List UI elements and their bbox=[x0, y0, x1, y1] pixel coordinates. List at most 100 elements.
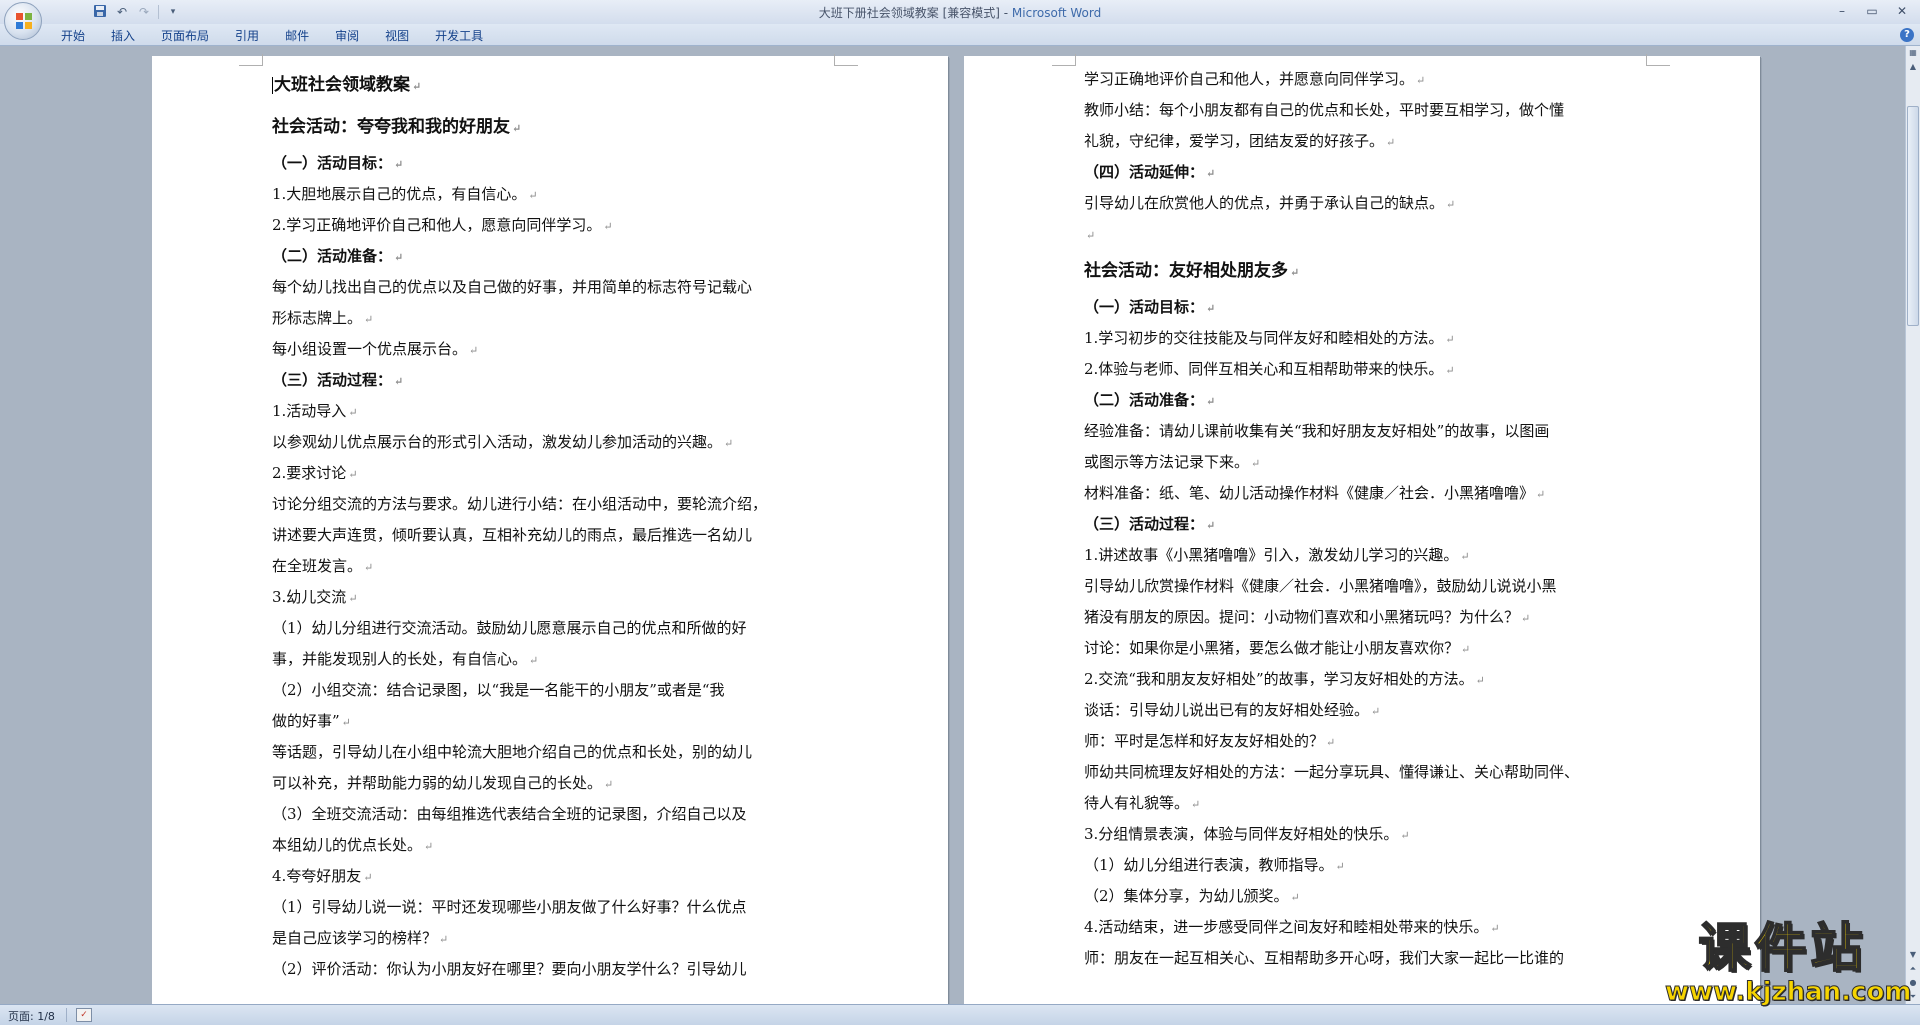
paragraph-mark-icon: ↵ bbox=[341, 716, 351, 729]
line-text: 4.活动结束，进一步感受同伴之间友好和睦相处带来的快乐。 bbox=[1084, 918, 1489, 936]
close-button[interactable]: ✕ bbox=[1888, 2, 1916, 20]
paragraph-line[interactable]: 本组幼儿的优点长处。 ↵ bbox=[272, 830, 792, 861]
paragraph-line[interactable]: 待人有礼貌等。 ↵ bbox=[1084, 788, 1604, 819]
paragraph-line[interactable]: （2）评价活动：你认为小朋友好在哪里？要向小朋友学什么？引导幼儿 bbox=[272, 954, 792, 985]
ruler-toggle-icon[interactable]: ▦ bbox=[1906, 46, 1920, 60]
tab-insert[interactable]: 插入 bbox=[98, 28, 148, 44]
paragraph-line[interactable]: 社会活动：友好相处朋友多 ↵ bbox=[1084, 250, 1604, 292]
paragraph-line[interactable]: （三）活动过程： ↵ bbox=[272, 365, 792, 396]
paragraph-line[interactable]: （二）活动准备： ↵ bbox=[1084, 385, 1604, 416]
paragraph-mark-icon: ↵ bbox=[1475, 674, 1485, 687]
paragraph-line[interactable]: 在全班发言。 ↵ bbox=[272, 551, 792, 582]
paragraph-line[interactable]: （2）小组交流：结合记录图，以“我是一名能干的小朋友”或者是“我 bbox=[272, 675, 792, 706]
paragraph-line[interactable]: 引导幼儿欣赏操作材料《健康／社会．小黑猪噜噜》，鼓励幼儿说说小黑 bbox=[1084, 571, 1604, 602]
scroll-up-icon[interactable]: ▲ bbox=[1906, 60, 1920, 74]
tab-home[interactable]: 开始 bbox=[48, 28, 98, 44]
paragraph-line[interactable]: 2.交流“我和朋友友好相处”的故事，学习友好相处的方法。 ↵ bbox=[1084, 664, 1604, 695]
paragraph-line[interactable]: 4.活动结束，进一步感受同伴之间友好和睦相处带来的快乐。 ↵ bbox=[1084, 912, 1604, 943]
maximize-button[interactable]: ▭ bbox=[1858, 2, 1886, 20]
paragraph-mark-icon: ↵ bbox=[1461, 643, 1471, 656]
paragraph-line[interactable]: 以参观幼儿优点展示台的形式引入活动，激发幼儿参加活动的兴趣。 ↵ bbox=[272, 427, 792, 458]
page-content[interactable]: 学习正确地评价自己和他人，并愿意向同伴学习。 ↵ 教师小结：每个小朋友都有自己的优点… bbox=[1084, 64, 1604, 974]
paragraph-line[interactable]: 做的好事” ↵ bbox=[272, 706, 792, 737]
line-text: 引导幼儿欣赏操作材料《健康／社会．小黑猪噜噜》，鼓励幼儿说说小黑 bbox=[1084, 577, 1557, 595]
paragraph-line[interactable]: 3.分组情景表演，体验与同伴友好相处的快乐。 ↵ bbox=[1084, 819, 1604, 850]
paragraph-line[interactable]: 教师小结：每个小朋友都有自己的优点和长处，平时要互相学习，做个懂 bbox=[1084, 95, 1604, 126]
paragraph-line[interactable]: （1）引导幼儿说一说：平时还发现哪些小朋友做了什么好事？什么优点 bbox=[272, 892, 792, 923]
paragraph-line[interactable]: 谈话：引导幼儿说出已有的友好相处经验。 ↵ bbox=[1084, 695, 1604, 726]
paragraph-mark-icon: ↵ bbox=[724, 437, 734, 450]
line-text: 教师小结：每个小朋友都有自己的优点和长处，平时要互相学习，做个懂 bbox=[1084, 101, 1565, 119]
paragraph-line[interactable]: 师：平时是怎样和好友友好相处的？ ↵ bbox=[1084, 726, 1604, 757]
margin-corner bbox=[1052, 54, 1076, 66]
paragraph-line[interactable]: 学习正确地评价自己和他人，并愿意向同伴学习。 ↵ bbox=[1084, 64, 1604, 95]
paragraph-line[interactable]: 1.活动导入 ↵ bbox=[272, 396, 792, 427]
tab-page-layout[interactable]: 页面布局 bbox=[148, 28, 222, 44]
scroll-thumb[interactable] bbox=[1907, 106, 1919, 326]
paragraph-mark-icon: ↵ bbox=[1191, 798, 1201, 811]
paragraph-line[interactable]: 2.要求讨论 ↵ bbox=[272, 458, 792, 489]
tab-view[interactable]: 视图 bbox=[372, 28, 422, 44]
paragraph-line[interactable]: （二）活动准备： ↵ bbox=[272, 241, 792, 272]
paragraph-line[interactable]: 每个幼儿找出自己的优点以及自己做的好事，并用简单的标志符号记载心 bbox=[272, 272, 792, 303]
paragraph-line[interactable]: 2.体验与老师、同伴互相关心和互相帮助带来的快乐。 ↵ bbox=[1084, 354, 1604, 385]
paragraph-line[interactable]: （四）活动延伸： ↵ bbox=[1084, 157, 1604, 188]
page-count[interactable]: 页面: 1/8 bbox=[8, 1008, 55, 1024]
line-text: 每个幼儿找出自己的优点以及自己做的好事，并用简单的标志符号记载心 bbox=[272, 278, 753, 296]
line-text: （一）活动目标： bbox=[1084, 298, 1205, 316]
paragraph-line[interactable]: 讲述要大声连贯，倾听要认真，互相补充幼儿的雨点，最后推选一名幼儿 bbox=[272, 520, 792, 551]
line-text: 或图示等方法记录下来。 bbox=[1084, 453, 1250, 471]
paragraph-line[interactable]: 3.幼儿交流 ↵ bbox=[272, 582, 792, 613]
paragraph-line[interactable]: （一）活动目标： ↵ bbox=[272, 148, 792, 179]
paragraph-line[interactable]: 1.讲述故事《小黑猪噜噜》引入，激发幼儿学习的兴趣。 ↵ bbox=[1084, 540, 1604, 571]
paragraph-line[interactable]: 可以补充，并帮助能力弱的幼儿发现自己的长处。 ↵ bbox=[272, 768, 792, 799]
paragraph-line[interactable]: 形标志牌上。 ↵ bbox=[272, 303, 792, 334]
page-content[interactable]: 大班社会领域教案 ↵ 社会活动：夸夸我和我的好朋友 ↵ （一）活动目标： ↵ 1.大胆地展示… bbox=[272, 64, 792, 985]
paragraph-line[interactable]: 大班社会领域教案 ↵ bbox=[272, 64, 792, 106]
tab-review[interactable]: 审阅 bbox=[322, 28, 372, 44]
paragraph-line[interactable]: 师：朋友在一起互相关心、互相帮助多开心呀，我们大家一起比一比谁的 bbox=[1084, 943, 1604, 974]
page-right[interactable]: 学习正确地评价自己和他人，并愿意向同伴学习。 ↵ 教师小结：每个小朋友都有自己的优点… bbox=[964, 54, 1760, 1004]
previous-page-icon[interactable]: ⏶ bbox=[1906, 962, 1920, 976]
paragraph-line[interactable]: （一）活动目标： ↵ bbox=[1084, 292, 1604, 323]
paragraph-line[interactable]: 2.学习正确地评价自己和他人，愿意向同伴学习。 ↵ bbox=[272, 210, 792, 241]
scroll-down-icon[interactable]: ▼ bbox=[1906, 948, 1920, 962]
paragraph-line[interactable]: 事，并能发现别人的长处，有自信心。 ↵ bbox=[272, 644, 792, 675]
paragraph-line[interactable]: （1）幼儿分组进行表演，教师指导。 ↵ bbox=[1084, 850, 1604, 881]
paragraph-line[interactable]: 引导幼儿在欣赏他人的优点，并勇于承认自己的缺点。 ↵ bbox=[1084, 188, 1604, 219]
paragraph-line[interactable]: 每小组设置一个优点展示台。 ↵ bbox=[272, 334, 792, 365]
paragraph-line[interactable]: 1.大胆地展示自己的优点，有自信心。 ↵ bbox=[272, 179, 792, 210]
page-left[interactable]: 大班社会领域教案 ↵ 社会活动：夸夸我和我的好朋友 ↵ （一）活动目标： ↵ 1.大胆地展示… bbox=[152, 54, 948, 1004]
paragraph-line[interactable]: 讨论分组交流的方法与要求。幼儿进行小结：在小组活动中，要轮流介绍， bbox=[272, 489, 792, 520]
paragraph-line[interactable]: 4.夸夸好朋友 ↵ bbox=[272, 861, 792, 892]
paragraph-line[interactable]: 猪没有朋友的原因。提问：小动物们喜欢和小黑猪玩吗？为什么？ ↵ bbox=[1084, 602, 1604, 633]
line-text: 在全班发言。 bbox=[272, 557, 363, 575]
paragraph-line[interactable]: （2）集体分享，为幼儿颁奖。 ↵ bbox=[1084, 881, 1604, 912]
paragraph-line[interactable]: （1）幼儿分组进行交流活动。鼓励幼儿愿意展示自己的优点和所做的好 bbox=[272, 613, 792, 644]
paragraph-line[interactable]: 或图示等方法记录下来。 ↵ bbox=[1084, 447, 1604, 478]
tab-references[interactable]: 引用 bbox=[222, 28, 272, 44]
paragraph-line[interactable]: ↵ bbox=[1084, 219, 1604, 250]
tab-developer[interactable]: 开发工具 bbox=[422, 28, 496, 44]
vertical-scrollbar[interactable]: ▦ ▲ ▼ ⏶ ● ⏷ bbox=[1905, 46, 1920, 1004]
paragraph-line[interactable]: （3）全班交流活动：由每组推选代表结合全班的记录图，介绍自己以及 bbox=[272, 799, 792, 830]
paragraph-line[interactable]: 社会活动：夸夸我和我的好朋友 ↵ bbox=[272, 106, 792, 148]
paragraph-line[interactable]: （三）活动过程： ↵ bbox=[1084, 509, 1604, 540]
proofing-icon[interactable]: ✓ bbox=[76, 1008, 92, 1022]
paragraph-mark-icon: ↵ bbox=[603, 220, 613, 233]
help-icon[interactable]: ? bbox=[1900, 28, 1914, 42]
minimize-button[interactable]: – bbox=[1828, 2, 1856, 20]
paragraph-line[interactable]: 1.学习初步的交往技能及与同伴友好和睦相处的方法。 ↵ bbox=[1084, 323, 1604, 354]
office-button[interactable] bbox=[4, 2, 42, 40]
margin-corner bbox=[1646, 54, 1670, 66]
paragraph-line[interactable]: 礼貌，守纪律，爱学习，团结友爱的好孩子。 ↵ bbox=[1084, 126, 1604, 157]
paragraph-line[interactable]: 讨论：如果你是小黑猪，要怎么做才能让小朋友喜欢你？ ↵ bbox=[1084, 633, 1604, 664]
tab-mailings[interactable]: 邮件 bbox=[272, 28, 322, 44]
paragraph-line[interactable]: 材料准备：纸、笔、幼儿活动操作材料《健康／社会．小黑猪噜噜》 ↵ bbox=[1084, 478, 1604, 509]
line-text: （2）小组交流：结合记录图，以“我是一名能干的小朋友”或者是“我 bbox=[272, 681, 725, 699]
line-text: 是自己应该学习的榜样？ bbox=[272, 929, 438, 947]
paragraph-line[interactable]: 是自己应该学习的榜样？ ↵ bbox=[272, 923, 792, 954]
paragraph-line[interactable]: 经验准备：请幼儿课前收集有关“我和好朋友友好相处”的故事，以图画 bbox=[1084, 416, 1604, 447]
paragraph-line[interactable]: 等话题，引导幼儿在小组中轮流大胆地介绍自己的优点和长处，别的幼儿 bbox=[272, 737, 792, 768]
paragraph-line[interactable]: 师幼共同梳理友好相处的方法：一起分享玩具、懂得谦让、关心帮助同伴、 bbox=[1084, 757, 1604, 788]
